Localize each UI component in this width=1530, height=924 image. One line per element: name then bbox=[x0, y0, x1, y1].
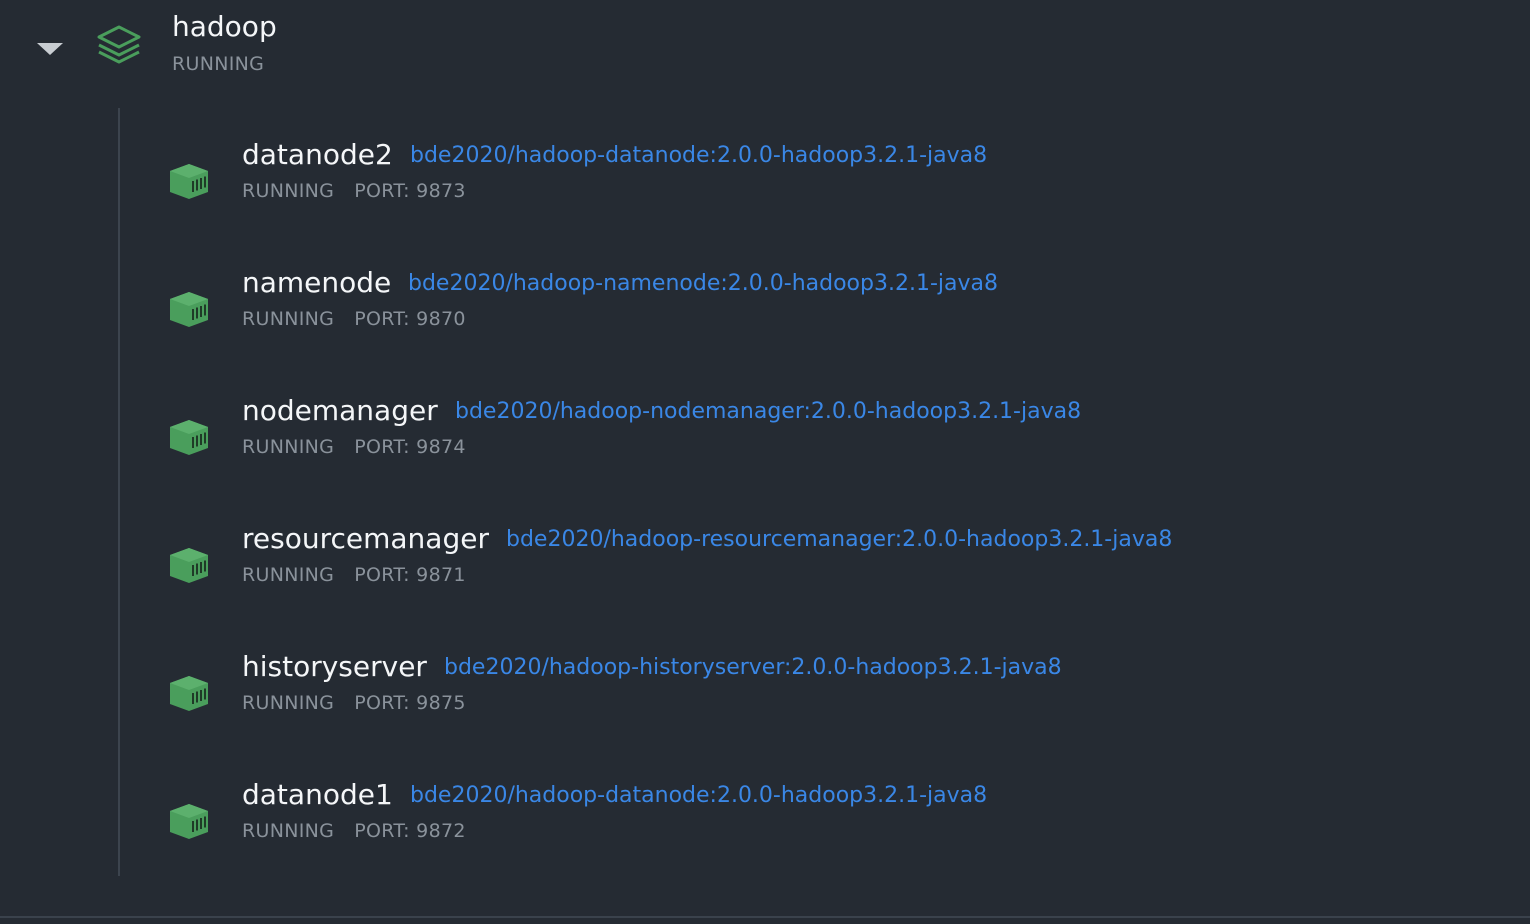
container-name: historyserver bbox=[242, 650, 427, 683]
stack-group-hadoop: hadoop RUNNING datanode2 bde2020/hadoop-… bbox=[0, 0, 1530, 918]
container-icon bbox=[170, 804, 208, 839]
stack-name[interactable]: hadoop bbox=[172, 9, 277, 45]
collapse-caret-icon[interactable] bbox=[37, 43, 63, 55]
container-icon bbox=[170, 676, 208, 711]
container-icon bbox=[170, 420, 208, 455]
container-row-resourcemanager[interactable]: resourcemanager bde2020/hadoop-resourcem… bbox=[160, 521, 1460, 621]
container-meta: RUNNING PORT: 9871 bbox=[242, 563, 466, 587]
container-name: nodemanager bbox=[242, 394, 438, 427]
container-row-datanode2[interactable]: datanode2 bde2020/hadoop-datanode:2.0.0-… bbox=[160, 137, 1460, 237]
container-meta: RUNNING PORT: 9875 bbox=[242, 691, 466, 715]
container-status: RUNNING bbox=[242, 180, 335, 202]
container-image-link[interactable]: bde2020/hadoop-resourcemanager:2.0.0-had… bbox=[506, 524, 1172, 556]
container-name: resourcemanager bbox=[242, 522, 489, 555]
container-status: RUNNING bbox=[242, 436, 335, 458]
container-name: namenode bbox=[242, 266, 392, 299]
container-image-link[interactable]: bde2020/hadoop-nodemanager:2.0.0-hadoop3… bbox=[455, 396, 1081, 428]
container-port: PORT: 9873 bbox=[354, 180, 466, 202]
container-meta: RUNNING PORT: 9870 bbox=[242, 307, 466, 331]
container-port: PORT: 9872 bbox=[354, 820, 466, 842]
container-meta: RUNNING PORT: 9872 bbox=[242, 819, 466, 843]
container-row-namenode[interactable]: namenode bde2020/hadoop-namenode:2.0.0-h… bbox=[160, 265, 1460, 365]
container-image-link[interactable]: bde2020/hadoop-datanode:2.0.0-hadoop3.2.… bbox=[410, 140, 987, 172]
container-row-historyserver[interactable]: historyserver bde2020/hadoop-historyserv… bbox=[160, 649, 1460, 749]
container-port: PORT: 9870 bbox=[354, 308, 466, 330]
container-row-datanode1[interactable]: datanode1 bde2020/hadoop-datanode:2.0.0-… bbox=[160, 777, 1460, 877]
container-status: RUNNING bbox=[242, 308, 335, 330]
container-name: datanode1 bbox=[242, 778, 393, 811]
container-port: PORT: 9874 bbox=[354, 436, 466, 458]
container-image-link[interactable]: bde2020/hadoop-historyserver:2.0.0-hadoo… bbox=[444, 652, 1062, 684]
container-row-nodemanager[interactable]: nodemanager bde2020/hadoop-nodemanager:2… bbox=[160, 393, 1460, 493]
container-status: RUNNING bbox=[242, 692, 335, 714]
stack-status: RUNNING bbox=[172, 53, 265, 75]
container-port: PORT: 9871 bbox=[354, 564, 466, 586]
container-icon bbox=[170, 548, 208, 583]
stack-layers-icon bbox=[97, 25, 141, 64]
tree-connector-line bbox=[118, 108, 120, 876]
container-port: PORT: 9875 bbox=[354, 692, 466, 714]
container-icon bbox=[170, 164, 208, 199]
container-meta: RUNNING PORT: 9874 bbox=[242, 435, 466, 459]
container-icon bbox=[170, 292, 208, 327]
container-meta: RUNNING PORT: 9873 bbox=[242, 179, 466, 203]
container-image-link[interactable]: bde2020/hadoop-namenode:2.0.0-hadoop3.2.… bbox=[408, 268, 998, 300]
container-name: datanode2 bbox=[242, 138, 393, 171]
container-status: RUNNING bbox=[242, 820, 335, 842]
container-status: RUNNING bbox=[242, 564, 335, 586]
container-image-link[interactable]: bde2020/hadoop-datanode:2.0.0-hadoop3.2.… bbox=[410, 780, 987, 812]
